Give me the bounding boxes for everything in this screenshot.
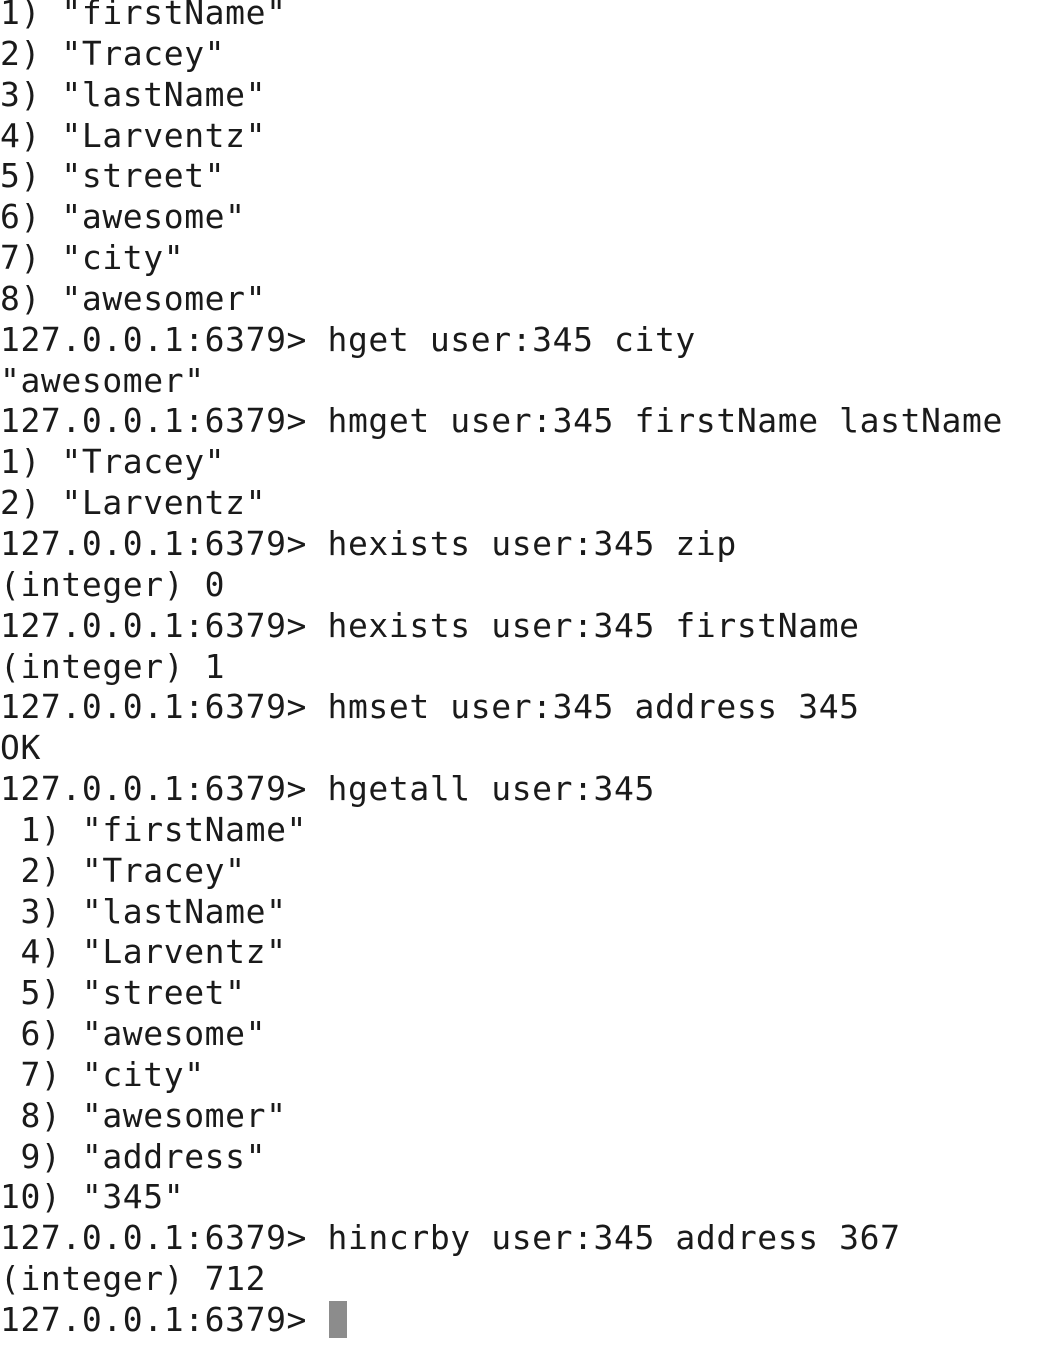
terminal-line: 127.0.0.1:6379> hmget user:345 firstName… <box>0 401 1003 441</box>
terminal-line: 5) "street" <box>0 973 246 1013</box>
terminal-line: 127.0.0.1:6379> hgetall user:345 <box>0 769 655 809</box>
terminal-line: 127.0.0.1:6379> hexists user:345 firstNa… <box>0 605 860 645</box>
terminal-line: 3) "lastName" <box>0 74 267 114</box>
terminal-line: 127.0.0.1:6379> hget user:345 city <box>0 319 696 359</box>
terminal-line: 6) "awesome" <box>0 1014 267 1054</box>
terminal-line: 2) "Tracey" <box>0 33 226 73</box>
terminal-line: 3) "lastName" <box>0 891 287 931</box>
terminal-line: 127.0.0.1:6379> hincrby user:345 address… <box>0 1218 901 1258</box>
terminal-line: 9) "address" <box>0 1136 267 1176</box>
text-cursor <box>329 1301 348 1338</box>
terminal-line: 127.0.0.1:6379> hmset user:345 address 3… <box>0 687 860 727</box>
terminal-line: (integer) 712 <box>0 1259 267 1299</box>
terminal-line: 5) "street" <box>0 156 226 196</box>
prompt-label: 127.0.0.1:6379> <box>0 1300 328 1339</box>
terminal-line: 6) "awesome" <box>0 197 246 237</box>
terminal-line: (integer) 0 <box>0 564 226 604</box>
terminal-line: 2) "Tracey" <box>0 850 246 890</box>
terminal-line: 1) "Tracey" <box>0 442 226 482</box>
terminal-line: "awesomer" <box>0 360 205 400</box>
terminal-line: 2) "Larventz" <box>0 483 267 523</box>
terminal-line: 1) "firstName" <box>0 809 308 849</box>
terminal-line: 1) "firstName" <box>0 0 287 32</box>
terminal-line: 4) "Larventz" <box>0 932 287 972</box>
terminal-line: 8) "awesomer" <box>0 278 267 318</box>
terminal-line: 7) "city" <box>0 1054 205 1094</box>
terminal-line: 8) "awesomer" <box>0 1095 287 1135</box>
terminal-line: 4) "Larventz" <box>0 115 267 155</box>
terminal-output: 1) "firstName" 2) "Tracey" 3) "lastName"… <box>0 0 1003 1341</box>
terminal-line: 10) "345" <box>0 1177 185 1217</box>
terminal-line: (integer) 1 <box>0 646 226 686</box>
prompt-line[interactable]: 127.0.0.1:6379> <box>0 1300 1003 1341</box>
terminal-line: 127.0.0.1:6379> hexists user:345 zip <box>0 523 737 563</box>
terminal-line: 7) "city" <box>0 238 185 278</box>
terminal-line: OK <box>0 728 41 768</box>
terminal-window[interactable]: 1) "firstName" 2) "Tracey" 3) "lastName"… <box>0 0 1054 1350</box>
